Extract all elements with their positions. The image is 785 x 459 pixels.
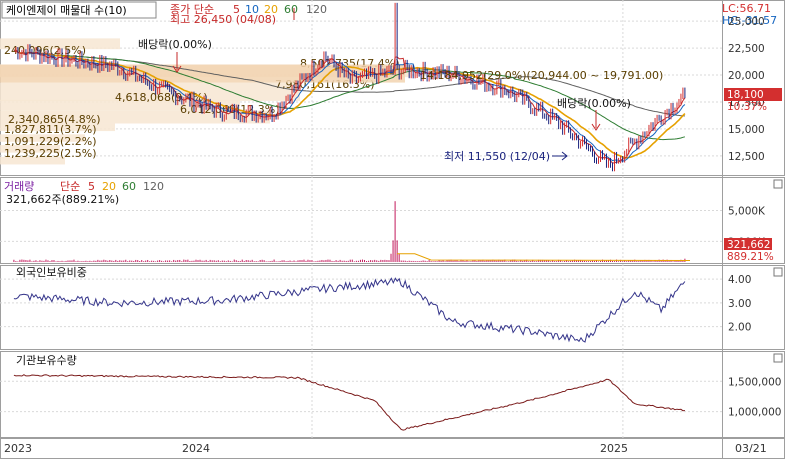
dividend-label-1: 배당락(0.00%) xyxy=(138,38,212,51)
volume-ma5: 5 xyxy=(88,180,95,193)
volume-ma120: 120 xyxy=(143,180,164,193)
volume-panel-header: 거래량 단순 5 20 60 120 321,662주(889.21%) xyxy=(4,180,164,206)
foreign-tick-label: 4.00 xyxy=(728,274,751,286)
inst-tick-label: 1,500,000 xyxy=(728,376,781,388)
volume-title: 거래량 xyxy=(4,180,34,193)
volume-tick-label: 5,000K xyxy=(728,205,766,217)
panel-close-buttons xyxy=(773,179,783,363)
stock-name: 케이엔제이 매물대 수(10) xyxy=(6,4,127,17)
volume-ma60: 60 xyxy=(122,180,136,193)
volume-ma-line xyxy=(396,253,691,261)
dividend-label-2: 배당락(0.00%) xyxy=(557,97,631,110)
low-arrow xyxy=(552,151,568,161)
low-label: 최저 11,550 (12/04) xyxy=(444,150,550,163)
volume-panel-frame xyxy=(0,177,785,264)
foreign-axis: 4.00 3.00 2.00 xyxy=(728,274,751,334)
high-label: 최고 26,450 (04/08) xyxy=(170,13,276,26)
foreign-panel-frame xyxy=(0,265,785,350)
ma60-label: 60 xyxy=(284,3,298,16)
time-axis: 2023 2024 2025 03/21 xyxy=(4,442,767,455)
institutional-holdings-line xyxy=(13,374,685,431)
price-header: 케이엔제이 매물대 수(10) 종가 단순 10 20 60 120 5 LC:… xyxy=(1,1,777,27)
stock-chart: 240,096(2.5%)8,502,735(17.4%)7,980,161(1… xyxy=(0,0,785,459)
inst-panel-frame xyxy=(0,351,785,438)
range-label: 14,184,952(29.0%)(20,944.00 ~ 19,791.00) xyxy=(420,69,663,82)
price-tick-label: 22,500 xyxy=(728,43,765,55)
foreign-close-icon[interactable] xyxy=(773,267,783,277)
current-price: 18,100 xyxy=(727,89,764,101)
price-tick-label: 25,000 xyxy=(728,16,765,28)
inst-axis: 1,500,000 1,000,000 xyxy=(728,376,781,418)
volume-badge-pct: 889.21% xyxy=(727,251,774,263)
time-label-last: 03/21 xyxy=(735,442,767,455)
current-price-badge: 18,100 10.37% xyxy=(724,88,782,113)
inst-tick-label: 1,000,000 xyxy=(728,407,781,419)
time-label-2024: 2024 xyxy=(182,442,210,455)
foreign-title: 외국인보유비중 xyxy=(16,266,87,279)
foreign-ownership-line xyxy=(13,277,686,343)
current-pct: 10.37% xyxy=(727,101,767,113)
foreign-tick-label: 2.00 xyxy=(728,322,751,334)
volume-profile-label: 1,239,225(2.5%) xyxy=(4,147,97,160)
inst-close-icon[interactable] xyxy=(773,353,783,363)
ma120-label: 120 xyxy=(306,3,327,16)
time-axis-frame xyxy=(0,438,785,459)
volume-badge: 321,662 889.21% xyxy=(724,238,774,263)
volume-ma20: 20 xyxy=(102,180,116,193)
volume-ma-label: 단순 xyxy=(60,180,80,193)
volume-badge-value: 321,662 xyxy=(727,239,770,251)
foreign-tick-label: 3.00 xyxy=(728,298,751,310)
volume-close-icon[interactable] xyxy=(773,179,783,189)
price-tick-label: 15,000 xyxy=(728,124,765,136)
time-label-2025: 2025 xyxy=(600,442,628,455)
time-label-2023: 2023 xyxy=(4,442,32,455)
inst-title: 기관보유수량 xyxy=(16,354,77,367)
dividend-arrow-2 xyxy=(591,110,601,131)
price-tick-label: 20,000 xyxy=(728,70,765,82)
price-tick-label: 12,500 xyxy=(728,151,765,163)
volume-current: 321,662주(889.21%) xyxy=(6,193,119,206)
